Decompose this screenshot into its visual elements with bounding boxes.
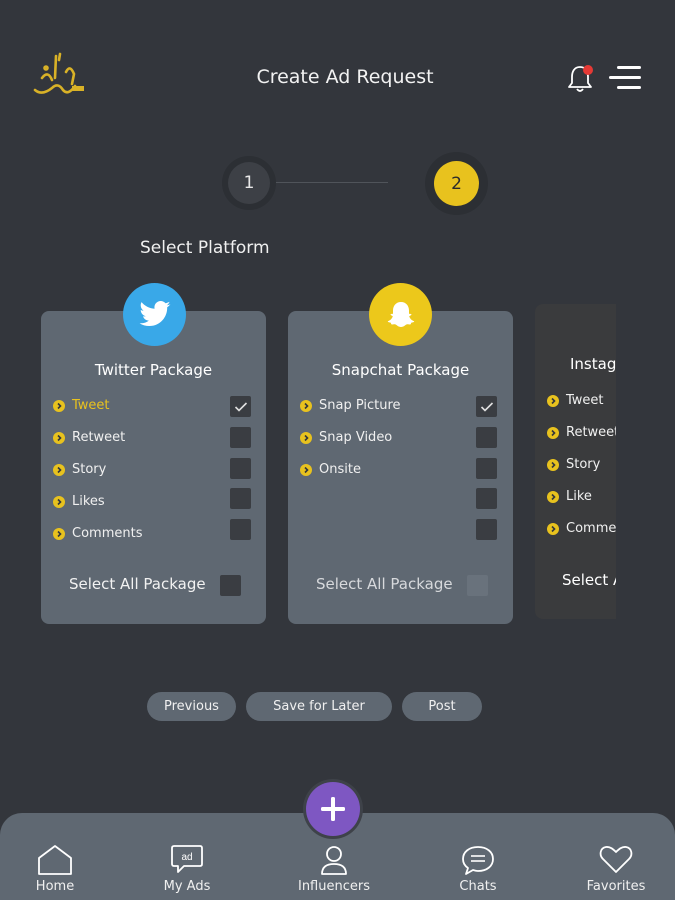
package-item-label: Snap Video xyxy=(319,430,393,445)
nav-home[interactable]: Home xyxy=(5,813,105,900)
package-item-retweet[interactable]: Retweet xyxy=(547,422,616,444)
previous-button[interactable]: Previous xyxy=(147,692,236,721)
card-title: Instag xyxy=(570,355,616,373)
package-item-likes[interactable]: Likes xyxy=(53,491,253,513)
bell-icon[interactable] xyxy=(566,62,596,94)
checkbox-tweet[interactable] xyxy=(230,396,251,417)
nav-label: Favorites xyxy=(586,879,646,894)
card-title: Twitter Package xyxy=(94,361,213,379)
select-all-label: Select All Package xyxy=(69,575,206,593)
nav-favorites[interactable]: Favorites xyxy=(566,813,666,900)
step-1[interactable]: 1 xyxy=(228,162,270,204)
chevron-right-icon xyxy=(53,528,65,540)
chat-icon xyxy=(461,844,495,880)
nav-label: My Ads xyxy=(163,879,211,894)
package-item-story[interactable]: Story xyxy=(547,454,616,476)
chevron-right-icon xyxy=(547,459,559,471)
checkbox-likes[interactable] xyxy=(230,488,251,509)
nav-label: Chats xyxy=(459,879,497,894)
checkbox-comments[interactable] xyxy=(230,519,251,540)
package-item-label: Likes xyxy=(72,494,105,509)
checkbox-onsite[interactable] xyxy=(476,458,497,479)
nav-chats[interactable]: Chats xyxy=(428,813,528,900)
svg-text:ad: ad xyxy=(181,852,192,863)
select-all-label: Select A xyxy=(562,571,616,589)
package-item-tweet[interactable]: Tweet xyxy=(547,390,616,412)
section-title: Select Platform xyxy=(140,238,270,258)
step-2[interactable]: 2 xyxy=(434,161,479,206)
select-all-checkbox[interactable] xyxy=(467,575,488,596)
package-item-label: Like xyxy=(566,489,592,504)
chevron-right-icon xyxy=(547,523,559,535)
package-item-label: Story xyxy=(72,462,107,477)
select-all-checkbox[interactable] xyxy=(220,575,241,596)
instagram-package-card: Instag Tweet Retweet Story Like Comme Se… xyxy=(535,304,616,619)
snapchat-package-card: Snapchat Package Snap Picture Snap Video… xyxy=(288,311,513,624)
chevron-right-icon xyxy=(300,400,312,412)
chevron-right-icon xyxy=(53,432,65,444)
package-item-label: Retweet xyxy=(72,430,126,445)
chevron-right-icon xyxy=(300,464,312,476)
checkbox-snap-picture[interactable] xyxy=(476,396,497,417)
chevron-right-icon xyxy=(53,496,65,508)
chevron-right-icon xyxy=(300,432,312,444)
home-icon xyxy=(37,844,73,880)
package-item-label: Story xyxy=(566,457,601,472)
package-item-snap-picture[interactable]: Snap Picture xyxy=(300,395,500,417)
chevron-right-icon xyxy=(547,427,559,439)
chevron-right-icon xyxy=(547,491,559,503)
package-item-comments[interactable]: Comments xyxy=(53,523,253,545)
checkbox-snap-video[interactable] xyxy=(476,427,497,448)
menu-icon[interactable] xyxy=(607,64,643,92)
package-item-label: Retweet xyxy=(566,425,616,440)
checkbox-story[interactable] xyxy=(230,458,251,479)
package-item-label: Comments xyxy=(72,526,143,541)
checkbox-empty-5[interactable] xyxy=(476,519,497,540)
package-item-label: Onsite xyxy=(319,462,361,477)
add-ad-button[interactable] xyxy=(306,782,360,836)
chevron-right-icon xyxy=(53,464,65,476)
nav-my-ads[interactable]: ad My Ads xyxy=(137,813,237,900)
post-button[interactable]: Post xyxy=(402,692,482,721)
nav-label: Influencers xyxy=(297,879,370,894)
select-all-label: Select All Package xyxy=(316,575,453,593)
package-item-onsite[interactable]: Onsite xyxy=(300,459,500,481)
twitter-icon xyxy=(123,283,186,346)
chevron-right-icon xyxy=(53,400,65,412)
package-item-snap-video[interactable]: Snap Video xyxy=(300,427,500,449)
package-item-label: Snap Picture xyxy=(319,398,401,413)
save-for-later-button[interactable]: Save for Later xyxy=(246,692,392,721)
package-item-comments[interactable]: Comme xyxy=(547,518,616,540)
package-item-retweet[interactable]: Retweet xyxy=(53,427,253,449)
heart-icon xyxy=(599,844,633,878)
snapchat-icon xyxy=(369,283,432,346)
twitter-package-card: Twitter Package Tweet Retweet Story Like… xyxy=(41,311,266,624)
package-item-story[interactable]: Story xyxy=(53,459,253,481)
plus-icon xyxy=(321,797,345,821)
stepper-line xyxy=(270,182,388,183)
ad-icon: ad xyxy=(170,844,204,880)
user-icon xyxy=(319,844,349,880)
package-item-label: Tweet xyxy=(566,393,604,408)
package-item-like[interactable]: Like xyxy=(547,486,616,508)
checkbox-retweet[interactable] xyxy=(230,427,251,448)
nav-label: Home xyxy=(35,879,75,894)
package-item-tweet[interactable]: Tweet xyxy=(53,395,253,417)
package-item-label: Tweet xyxy=(72,398,110,413)
card-title: Snapchat Package xyxy=(331,361,470,379)
chevron-right-icon xyxy=(547,395,559,407)
checkbox-empty-4[interactable] xyxy=(476,488,497,509)
package-item-label: Comme xyxy=(566,521,616,536)
